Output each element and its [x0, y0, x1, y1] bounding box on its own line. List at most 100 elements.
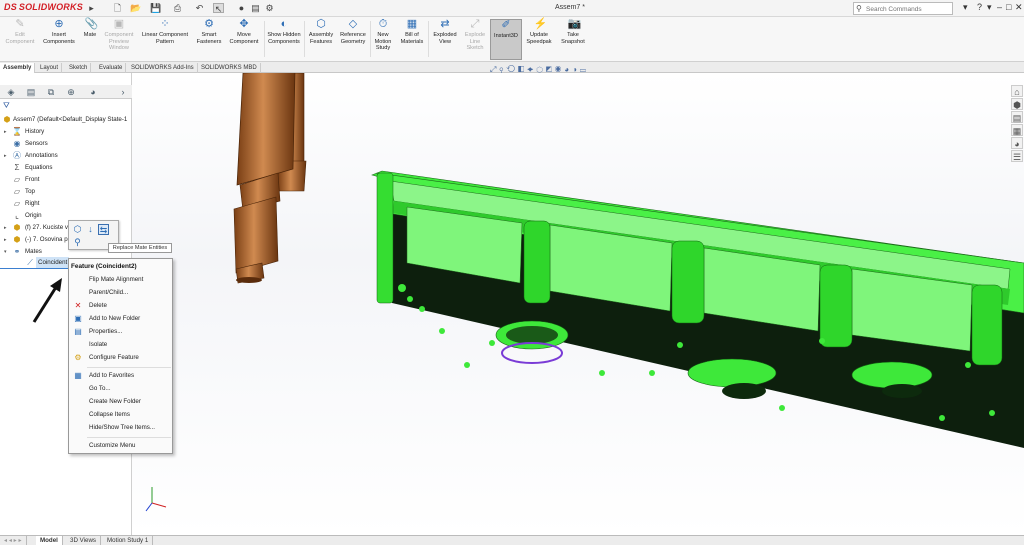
- zoom-to-fit-icon[interactable]: ⤢: [490, 65, 499, 74]
- appearances-icon[interactable]: ◕: [1011, 137, 1023, 149]
- tree-item-equations[interactable]: Σ Equations: [0, 162, 132, 174]
- reference-geometry-button[interactable]: ◇ Reference Geometry: [338, 19, 368, 45]
- edit-component-button[interactable]: ✎ Edit Component: [4, 19, 36, 45]
- tree-item-right-plane[interactable]: ▱ Right: [0, 198, 132, 210]
- search-input[interactable]: [866, 4, 950, 14]
- search-dropdown-icon[interactable]: ▾: [963, 2, 968, 13]
- section-view-icon[interactable]: ◧: [518, 65, 527, 74]
- options-gear-icon[interactable]: ⚙: [264, 3, 275, 13]
- save-icon[interactable]: 💾: [150, 3, 161, 13]
- menu-item-create-new-folder[interactable]: Create New Folder: [69, 396, 172, 408]
- mate-button[interactable]: 📎 Mate: [80, 19, 100, 39]
- view-palette-icon[interactable]: ▦: [1011, 124, 1023, 136]
- file-explorer-icon[interactable]: ▤: [1011, 111, 1023, 123]
- tab-model[interactable]: Model: [36, 536, 63, 545]
- tree-item-history[interactable]: ▸ ⌛ History: [0, 126, 132, 138]
- edit-appearance-icon[interactable]: ◕: [564, 65, 572, 74]
- new-document-icon[interactable]: 🗋: [112, 3, 123, 13]
- assembly-features-button[interactable]: ⬡ Assembly Features: [306, 19, 336, 45]
- linear-component-pattern-button[interactable]: ⁘ Linear Component Pattern: [138, 19, 192, 45]
- tree-item-front-plane[interactable]: ▱ Front: [0, 174, 132, 186]
- replace-mate-entities-icon[interactable]: ⇆: [98, 224, 109, 235]
- component-preview-window-button[interactable]: ▣ Component Preview Window: [102, 19, 136, 52]
- suppress-icon[interactable]: ↓: [85, 224, 96, 235]
- tab-addins[interactable]: SOLIDWORKS Add-Ins: [128, 63, 198, 73]
- tree-item-sensors[interactable]: ◉ Sensors: [0, 138, 132, 150]
- maximize-icon[interactable]: □: [1006, 2, 1011, 12]
- menu-item-flip-mate-alignment[interactable]: Flip Mate Alignment: [69, 274, 172, 286]
- update-speedpak-button[interactable]: ⚡ Update Speedpak: [525, 19, 553, 45]
- filter-icon[interactable]: ⛛: [3, 101, 10, 111]
- move-component-button[interactable]: ✥ Move Component: [226, 19, 262, 45]
- expand-arrow-icon[interactable]: ▸: [4, 234, 7, 246]
- housing-component[interactable]: [371, 170, 1024, 448]
- design-library-icon[interactable]: ⬢: [1011, 98, 1023, 110]
- tab-layout[interactable]: Layout: [37, 63, 63, 73]
- menu-item-isolate[interactable]: Isolate: [69, 339, 172, 351]
- undo-icon[interactable]: ↶: [194, 3, 205, 13]
- expand-panel-icon[interactable]: ›: [116, 86, 130, 98]
- edit-feature-icon[interactable]: ⬡: [72, 224, 83, 235]
- configuration-manager-icon[interactable]: ⧉: [44, 86, 58, 98]
- rebuild-icon[interactable]: ●: [236, 3, 247, 13]
- home-icon[interactable]: ⌂: [1011, 85, 1023, 97]
- show-hidden-components-button[interactable]: ◐ Show Hidden Components: [266, 19, 302, 45]
- heads-up-view-toolbar[interactable]: ⤢⚲⟲◧✦⬡◩◉◕◑▭: [490, 65, 589, 77]
- help-dropdown-icon[interactable]: ▾: [987, 2, 992, 13]
- menu-item-configure-feature[interactable]: ⚙ Configure Feature: [69, 352, 172, 364]
- search-box[interactable]: ⚲: [853, 2, 953, 15]
- tab-mbd[interactable]: SOLIDWORKS MBD: [198, 63, 261, 73]
- select-cursor-icon[interactable]: ↖: [213, 3, 224, 14]
- tree-item-top-plane[interactable]: ▱ Top: [0, 186, 132, 198]
- graphics-area[interactable]: ⬜⎕✕: [132, 73, 1024, 535]
- menu-item-parent-child[interactable]: Parent/Child...: [69, 287, 172, 299]
- file-properties-icon[interactable]: ▤: [250, 3, 261, 13]
- hide-show-items-icon[interactable]: ◉: [555, 65, 564, 74]
- menu-item-add-to-favorites[interactable]: ▦ Add to Favorites: [69, 370, 172, 382]
- apply-scene-icon[interactable]: ◑: [572, 65, 580, 74]
- tree-root-assembly[interactable]: ⬢ Assem7 (Default<Default_Display State-1: [0, 114, 132, 126]
- zoom-to-selection-icon[interactable]: ⚲: [72, 237, 83, 248]
- menu-arrow-icon[interactable]: ▸: [86, 3, 97, 13]
- expand-arrow-icon[interactable]: ▸: [4, 150, 7, 162]
- take-snapshot-button[interactable]: 📷 Take Snapshot: [557, 19, 589, 45]
- menu-item-go-to[interactable]: Go To...: [69, 383, 172, 395]
- menu-item-add-to-new-folder[interactable]: ▣ Add to New Folder: [69, 313, 172, 325]
- tab-evaluate[interactable]: Evaluate: [96, 63, 127, 73]
- dimxpert-icon[interactable]: ⊕: [64, 86, 78, 98]
- menu-item-properties[interactable]: ▤ Properties...: [69, 326, 172, 338]
- previous-view-icon[interactable]: ⟲: [506, 65, 518, 74]
- help-icon[interactable]: ?: [977, 2, 982, 12]
- featuremanager-tree-icon[interactable]: ◈: [4, 86, 18, 98]
- expand-arrow-icon[interactable]: ▸: [4, 222, 7, 234]
- tab-assembly[interactable]: Assembly: [0, 63, 36, 73]
- minimize-icon[interactable]: –: [997, 2, 1002, 12]
- explode-line-sketch-button[interactable]: ⤢ Explode Line Sketch: [462, 19, 488, 52]
- bill-of-materials-button[interactable]: ▦ Bill of Materials: [398, 19, 426, 45]
- view-settings-icon[interactable]: ▭: [580, 65, 589, 74]
- solidworks-logo[interactable]: DS SOLIDWORKS: [4, 2, 83, 12]
- shaft-component[interactable]: [233, 73, 307, 284]
- tab-motion-study-1[interactable]: Motion Study 1: [103, 536, 154, 545]
- tab-3d-views[interactable]: 3D Views: [66, 536, 102, 545]
- menu-item-customize-menu[interactable]: Customize Menu: [69, 440, 172, 452]
- smart-fasteners-button[interactable]: ⚙ Smart Fasteners: [194, 19, 224, 45]
- menu-item-collapse-items[interactable]: Collapse Items: [69, 409, 172, 421]
- menu-item-delete[interactable]: ✕ Delete: [69, 300, 172, 312]
- close-icon[interactable]: ✕: [1015, 2, 1023, 13]
- tree-item-annotations[interactable]: ▸ Ⓐ Annotations: [0, 150, 132, 162]
- propertymanager-icon[interactable]: ▤: [24, 86, 38, 98]
- exploded-view-button[interactable]: ⇄ Exploded View: [430, 19, 460, 45]
- print-icon[interactable]: ⎙: [172, 3, 183, 13]
- display-manager-icon[interactable]: ◕: [86, 86, 100, 98]
- dynamic-annotation-icon[interactable]: ✦: [527, 65, 536, 74]
- tab-sketch[interactable]: Sketch: [66, 63, 92, 73]
- tab-navigation-arrows[interactable]: ◂ ◂ ▸ ▸: [0, 536, 27, 545]
- insert-components-button[interactable]: ⊕ Insert Components: [40, 19, 78, 45]
- view-orientation-icon[interactable]: ⬡: [536, 65, 545, 74]
- display-style-icon[interactable]: ◩: [546, 65, 555, 74]
- open-folder-icon[interactable]: 📂: [130, 3, 141, 13]
- expand-arrow-icon[interactable]: ▸: [4, 126, 7, 138]
- menu-item-hide-show-tree-items[interactable]: Hide/Show Tree Items...: [69, 422, 172, 434]
- instant3d-button[interactable]: ✐ Instant3D: [490, 19, 522, 60]
